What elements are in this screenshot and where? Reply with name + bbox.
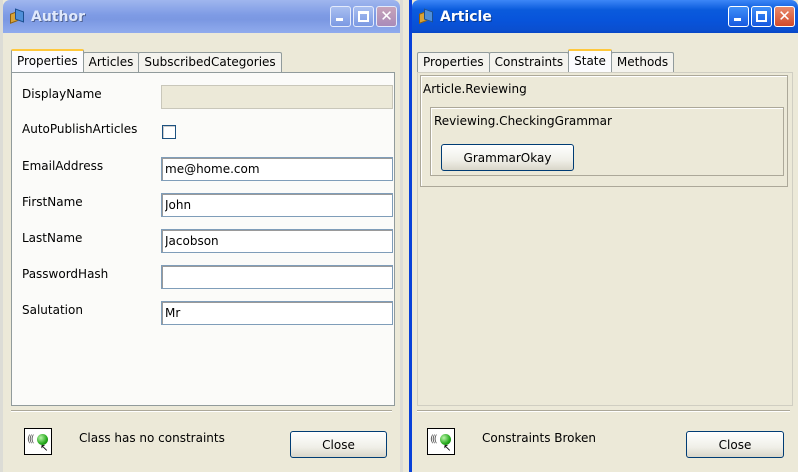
constraint-status-text: Class has no constraints [79,431,225,445]
minimize-icon [734,18,741,21]
last-name-field[interactable] [161,229,393,253]
tab-properties[interactable]: Properties [11,49,84,72]
close-button[interactable]: Close [290,431,387,458]
close-window-button[interactable]: ✕ [376,6,397,27]
close-window-button[interactable]: ✕ [774,6,795,27]
auto-publish-checkbox[interactable] [162,125,176,139]
password-hash-label: PasswordHash [22,267,109,281]
article-titlebar[interactable]: Article ✕ [412,0,798,33]
minimize-icon [336,18,343,21]
window-title: Author [31,8,85,25]
outer-state-group: Article.Reviewing Reviewing.CheckingGram… [420,75,788,187]
display-name-field[interactable] [161,85,393,109]
tab-constraints[interactable]: Constraints [488,52,570,72]
auto-publish-label: AutoPublishArticles [22,122,138,136]
window-title: Article [440,8,492,25]
first-name-label: FirstName [22,195,83,209]
constraint-status-text: Constraints Broken [482,431,597,445]
article-state-panel: Article.Reviewing Reviewing.CheckingGram… [417,72,793,406]
cube-app-icon [9,7,25,25]
inner-state-group: Reviewing.CheckingGrammar GrammarOkay [430,107,784,176]
author-window: Author ✕ Properties Articles SubscribedC… [0,0,403,472]
article-tab-strip: Properties Constraints State Methods [417,49,675,72]
grammar-okay-button[interactable]: GrammarOkay [441,144,574,171]
outer-state-label: Article.Reviewing [423,82,527,96]
author-tab-strip: Properties Articles SubscribedCategories [11,49,282,72]
display-name-label: DisplayName [22,87,102,101]
author-properties-panel: DisplayName AutoPublishArticles EmailAdd… [11,72,395,406]
footer-divider [11,410,392,412]
constraint-status-icon: (((↖ [427,428,455,455]
last-name-label: LastName [22,231,83,245]
maximize-button[interactable] [751,6,772,27]
cube-app-icon [418,7,434,25]
close-icon: ✕ [380,7,393,25]
email-address-label: EmailAddress [22,159,104,173]
window-controls: ✕ [728,6,795,27]
author-titlebar[interactable]: Author ✕ [3,0,400,33]
maximize-button[interactable] [353,6,374,27]
tab-articles[interactable]: Articles [82,52,140,72]
minimize-button[interactable] [728,6,749,27]
maximize-icon [358,11,369,22]
footer-divider [417,410,790,412]
salutation-field[interactable] [161,301,393,325]
email-address-field[interactable] [161,157,393,181]
password-hash-field[interactable] [161,265,393,289]
tab-state[interactable]: State [568,49,612,72]
tab-methods[interactable]: Methods [610,52,675,72]
tab-properties[interactable]: Properties [417,52,490,72]
inner-state-label: Reviewing.CheckingGrammar [434,114,612,128]
close-button[interactable]: Close [686,431,784,458]
maximize-icon [756,11,767,22]
article-window: Article ✕ Properties Constraints State M… [409,0,798,472]
minimize-button[interactable] [330,6,351,27]
first-name-field[interactable] [161,193,393,217]
constraint-status-icon: (((↖ [24,428,52,455]
window-controls: ✕ [330,6,397,27]
salutation-label: Salutation [22,303,83,317]
tab-subscribed-categories[interactable]: SubscribedCategories [138,52,282,72]
close-icon: ✕ [778,7,791,25]
